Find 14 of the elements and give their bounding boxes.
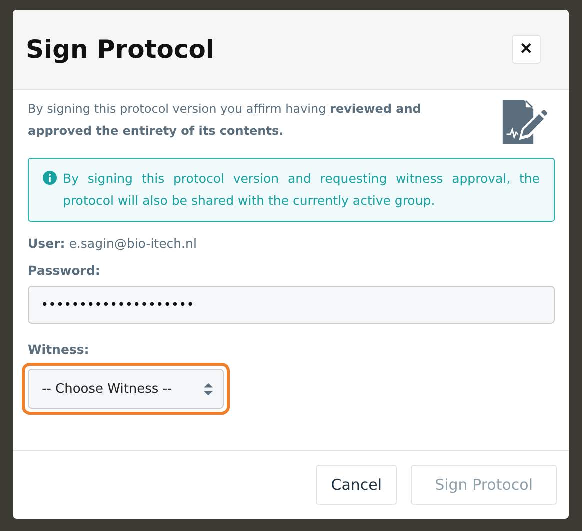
signed-document-icon: [501, 98, 547, 146]
witness-dropdown[interactable]: -- Choose Witness --: [22, 363, 230, 415]
password-field[interactable]: ••••••••••••••••••••: [28, 286, 555, 324]
close-button[interactable]: ×: [512, 35, 541, 64]
dialog-button[interactable]: Cancel: [316, 465, 398, 505]
dialog-title: Sign Protocol: [26, 35, 214, 64]
witness-label: Witness:: [28, 342, 90, 357]
info-icon: [43, 171, 57, 185]
intro-text: By signing this protocol version you affirm having reviewed and approved the entirety of its contents.: [28, 101, 422, 140]
user-email: e.sagin@bio-itech.nl: [69, 236, 197, 251]
password-label: Password:: [28, 263, 102, 278]
user-label: User:: [28, 236, 66, 251]
sort-caret-icon: [204, 382, 213, 396]
info-text: By signing this protocol version and requesting witness approval, the protocol will also be shared with the currently active group.: [63, 170, 540, 210]
